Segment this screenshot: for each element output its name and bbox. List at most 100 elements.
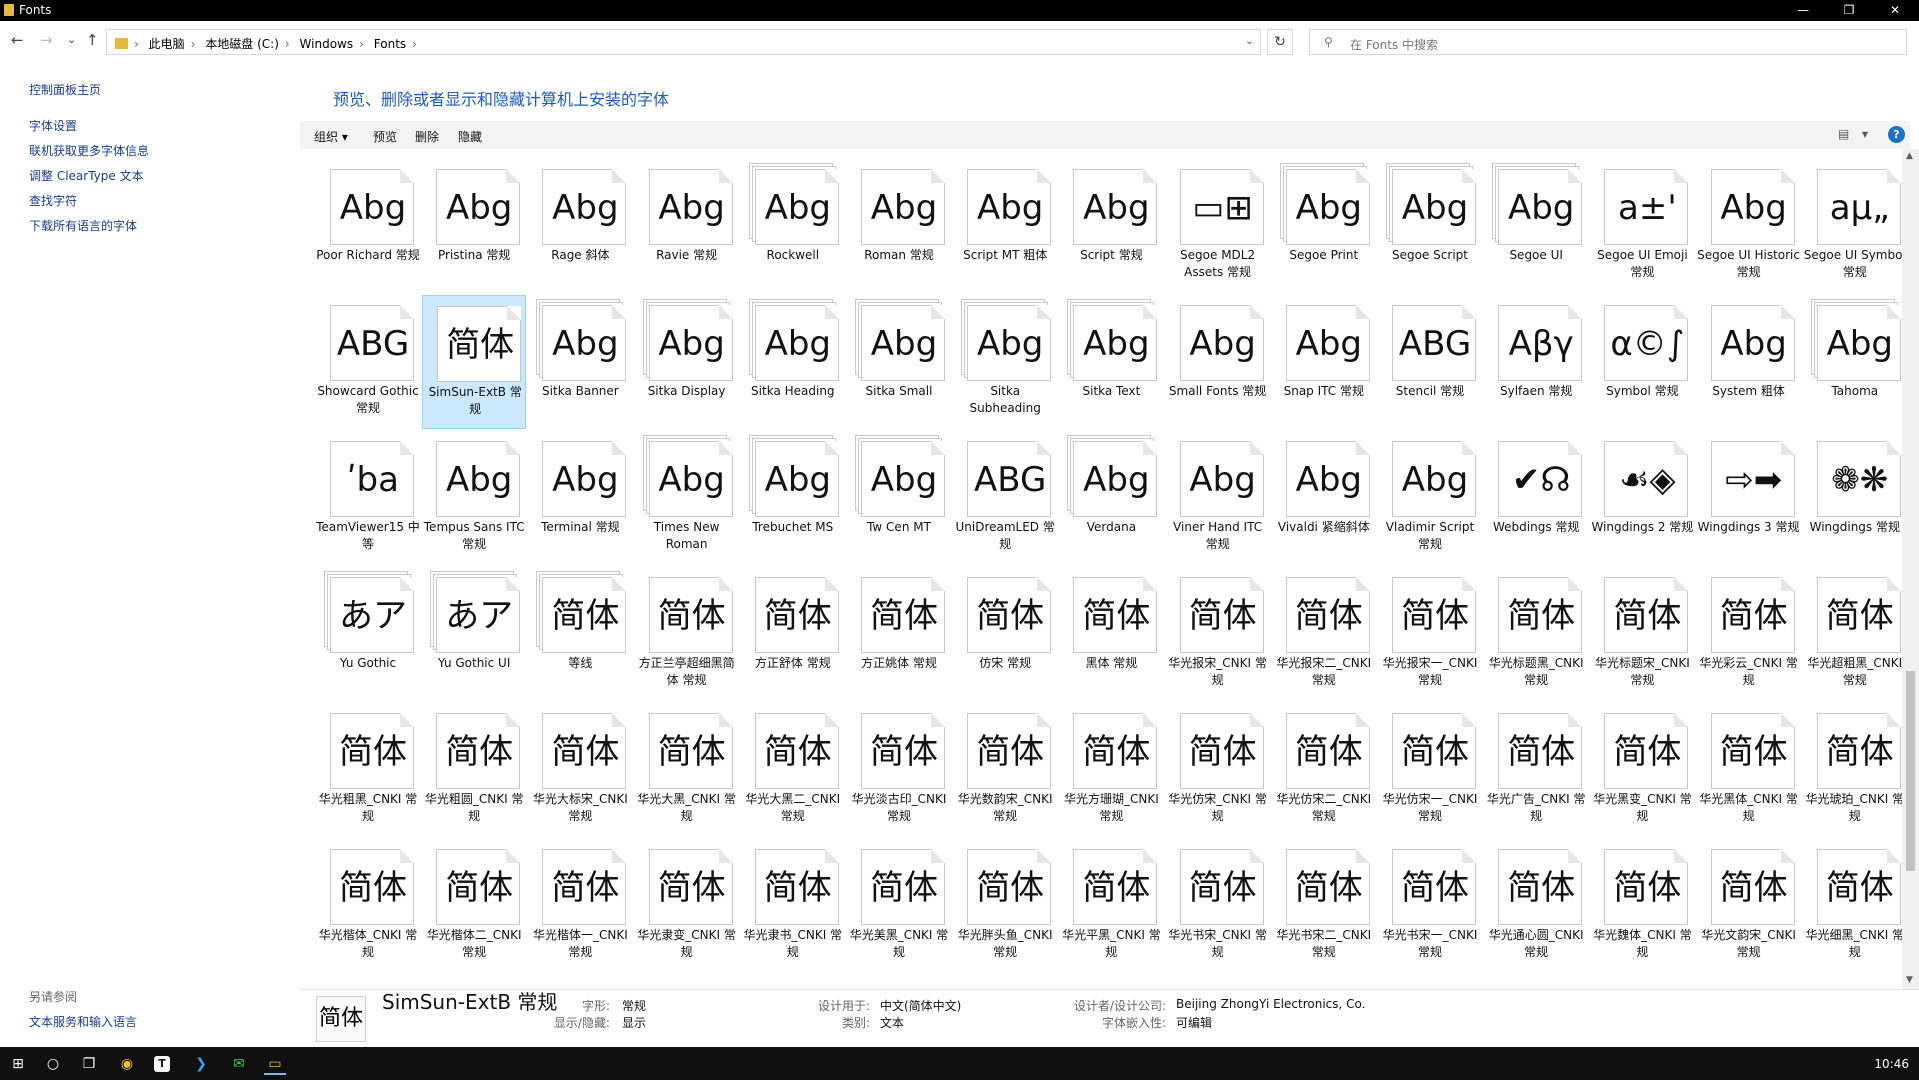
- font-tile[interactable]: 简体 华光广告_CNKI 常规: [1484, 703, 1588, 837]
- address-dropdown-icon[interactable]: ⌄: [1245, 34, 1254, 47]
- font-tile[interactable]: Abg Sitka Small: [847, 295, 951, 429]
- font-tile[interactable]: ABG UniDreamLED 常规: [953, 431, 1057, 565]
- view-icon[interactable]: ▤: [1838, 127, 1849, 141]
- refresh-button[interactable]: ↻: [1267, 29, 1293, 55]
- font-tile[interactable]: ☙◈ Wingdings 2 常规: [1590, 431, 1694, 565]
- font-tile[interactable]: 简体 华光楷体一_CNKI 常规: [528, 839, 632, 973]
- font-tile[interactable]: Abg Sitka Heading: [741, 295, 845, 429]
- font-settings-link[interactable]: 字体设置: [29, 117, 77, 134]
- font-tile[interactable]: 简体 华光报宋二_CNKI 常规: [1272, 567, 1376, 701]
- font-tile[interactable]: 简体 华光书宋_CNKI 常规: [1166, 839, 1270, 973]
- scroll-thumb[interactable]: [1906, 671, 1915, 871]
- file-explorer-icon[interactable]: ▭: [264, 1053, 286, 1075]
- font-tile[interactable]: Abg Tw Cen MT: [847, 431, 951, 565]
- font-tile[interactable]: 简体 华光报宋_CNKI 常规: [1166, 567, 1270, 701]
- font-tile[interactable]: Abg Pristina 常规: [422, 159, 526, 293]
- font-tile[interactable]: a±' Segoe UI Emoji 常规: [1590, 159, 1694, 293]
- font-tile[interactable]: ❁❋ Wingdings 常规: [1803, 431, 1902, 565]
- vertical-scrollbar[interactable]: ▲ ▼: [1902, 149, 1919, 989]
- font-tile[interactable]: Abg Script MT 粗体: [953, 159, 1057, 293]
- font-tile[interactable]: ABG Stencil 常规: [1378, 295, 1482, 429]
- font-tile[interactable]: Abg Segoe UI Historic 常规: [1697, 159, 1801, 293]
- font-tile[interactable]: 简体 华光粗圆_CNKI 常规: [422, 703, 526, 837]
- font-tile[interactable]: 简体 华光文韵宋_CNKI 常规: [1697, 839, 1801, 973]
- font-tile[interactable]: 简体 华光细黑_CNKI 常规: [1803, 839, 1902, 973]
- scroll-up-icon[interactable]: ▲: [1906, 151, 1913, 161]
- forward-button[interactable]: →: [40, 31, 53, 49]
- help-icon[interactable]: ?: [1888, 126, 1905, 143]
- start-icon[interactable]: ⊞: [7, 1053, 29, 1075]
- font-tile[interactable]: 简体 华光楷体二_CNKI 常规: [422, 839, 526, 973]
- font-tile[interactable]: Abg Sitka Display: [635, 295, 739, 429]
- address-bar[interactable]: › 此电脑 › 本地磁盘 (C:) › Windows › Fonts › ⌄: [106, 29, 1261, 55]
- font-tile[interactable]: Abg Poor Richard 常规: [316, 159, 420, 293]
- font-tile[interactable]: Αβγ Sylfaen 常规: [1484, 295, 1588, 429]
- breadcrumb-windows[interactable]: Windows: [300, 37, 354, 51]
- font-tile[interactable]: 简体 等线: [528, 567, 632, 701]
- font-tile[interactable]: Abg Viner Hand ITC 常规: [1166, 431, 1270, 565]
- font-tile[interactable]: 简体 华光仿宋二_CNKI 常规: [1272, 703, 1376, 837]
- app-icon[interactable]: T: [154, 1056, 170, 1072]
- cleartype-link[interactable]: 调整 ClearType 文本: [29, 167, 144, 184]
- font-tile[interactable]: 简体 华光琥珀_CNKI 常规: [1803, 703, 1902, 837]
- font-tile[interactable]: Abg Rockwell: [741, 159, 845, 293]
- view-dropdown-icon[interactable]: ▾: [1862, 127, 1868, 141]
- font-tile[interactable]: Abg Script 常规: [1059, 159, 1163, 293]
- breadcrumb-this-pc[interactable]: 此电脑: [149, 37, 185, 51]
- back-button[interactable]: ←: [11, 31, 24, 49]
- font-tile[interactable]: 简体 华光大标宋_CNKI 常规: [528, 703, 632, 837]
- font-tile[interactable]: Abg Small Fonts 常规: [1166, 295, 1270, 429]
- organize-button[interactable]: 组织 ▾: [314, 128, 348, 145]
- font-tile[interactable]: 简体 华光标题黑_CNKI 常规: [1484, 567, 1588, 701]
- font-tile[interactable]: Abg Snap ITC 常规: [1272, 295, 1376, 429]
- font-tile[interactable]: Abg System 粗体: [1697, 295, 1801, 429]
- font-tile[interactable]: 简体 华光平黑_CNKI 常规: [1059, 839, 1163, 973]
- font-tile[interactable]: 简体 华光报宋一_CNKI 常规: [1378, 567, 1482, 701]
- font-tile[interactable]: 简体 仿宋 常规: [953, 567, 1057, 701]
- breadcrumb-fonts[interactable]: Fonts: [374, 37, 406, 51]
- font-tile[interactable]: ⇨➡ Wingdings 3 常规: [1697, 431, 1801, 565]
- up-button[interactable]: ↑: [86, 31, 99, 49]
- font-tile[interactable]: 简体 华光楷体_CNKI 常规: [316, 839, 420, 973]
- font-tile[interactable]: Abg Tahoma: [1803, 295, 1902, 429]
- font-tile[interactable]: 简体 方正兰亭超细黑简体 常规: [635, 567, 739, 701]
- font-tile[interactable]: 简体 华光彩云_CNKI 常规: [1697, 567, 1801, 701]
- font-tile[interactable]: あア Yu Gothic UI: [422, 567, 526, 701]
- font-tile[interactable]: 简体 华光隶书_CNKI 常规: [741, 839, 845, 973]
- font-tile[interactable]: Abg Times New Roman: [635, 431, 739, 565]
- font-tile[interactable]: 简体 华光美黑_CNKI 常规: [847, 839, 951, 973]
- breadcrumb-local-disk[interactable]: 本地磁盘 (C:): [205, 37, 279, 51]
- font-tile[interactable]: 简体 华光超粗黑_CNKI 常规: [1803, 567, 1902, 701]
- chrome-icon[interactable]: ◉: [116, 1053, 138, 1075]
- scroll-down-icon[interactable]: ▼: [1906, 975, 1913, 985]
- download-fonts-link[interactable]: 下载所有语言的字体: [29, 217, 137, 234]
- preview-button[interactable]: 预览: [373, 128, 397, 145]
- font-tile[interactable]: 简体 方正姚体 常规: [847, 567, 951, 701]
- font-tile[interactable]: 简体 黑体 常规: [1059, 567, 1163, 701]
- font-tile[interactable]: Abg Terminal 常规: [528, 431, 632, 565]
- delete-button[interactable]: 删除: [415, 128, 439, 145]
- font-tile[interactable]: α©∫ Symbol 常规: [1590, 295, 1694, 429]
- search-input[interactable]: ⚲ 在 Fonts 中搜索: [1309, 29, 1907, 55]
- font-tile[interactable]: 简体 华光黑体_CNKI 常规: [1697, 703, 1801, 837]
- font-tile[interactable]: ✔☊ Webdings 常规: [1484, 431, 1588, 565]
- minimize-button[interactable]: —: [1780, 0, 1826, 21]
- find-character-link[interactable]: 查找字符: [29, 192, 77, 209]
- font-tile[interactable]: 简体 华光书宋二_CNKI 常规: [1272, 839, 1376, 973]
- font-tile[interactable]: aμ„ Segoe UI Symbol 常规: [1803, 159, 1902, 293]
- font-tile[interactable]: Abg Segoe Print: [1272, 159, 1376, 293]
- font-tile[interactable]: 简体 华光粗黑_CNKI 常规: [316, 703, 420, 837]
- font-tile[interactable]: ▭⊞ Segoe MDL2 Assets 常规: [1166, 159, 1270, 293]
- font-tile[interactable]: ʹba TeamViewer15 中等: [316, 431, 420, 565]
- font-tile[interactable]: 简体 华光方珊瑚_CNKI 常规: [1059, 703, 1163, 837]
- font-tile[interactable]: 简体 华光书宋一_CNKI 常规: [1378, 839, 1482, 973]
- font-tile[interactable]: 简体 华光黑变_CNKI 常规: [1590, 703, 1694, 837]
- font-tile[interactable]: Abg Sitka Banner: [528, 295, 632, 429]
- font-tile[interactable]: Abg Rage 斜体: [528, 159, 632, 293]
- font-tile[interactable]: 简体 华光仿宋_CNKI 常规: [1166, 703, 1270, 837]
- font-tile[interactable]: あア Yu Gothic: [316, 567, 420, 701]
- font-tile[interactable]: Abg Trebuchet MS: [741, 431, 845, 565]
- maximize-button[interactable]: ❐: [1826, 0, 1872, 21]
- close-button[interactable]: ✕: [1872, 0, 1918, 21]
- font-tile[interactable]: Abg Tempus Sans ITC 常规: [422, 431, 526, 565]
